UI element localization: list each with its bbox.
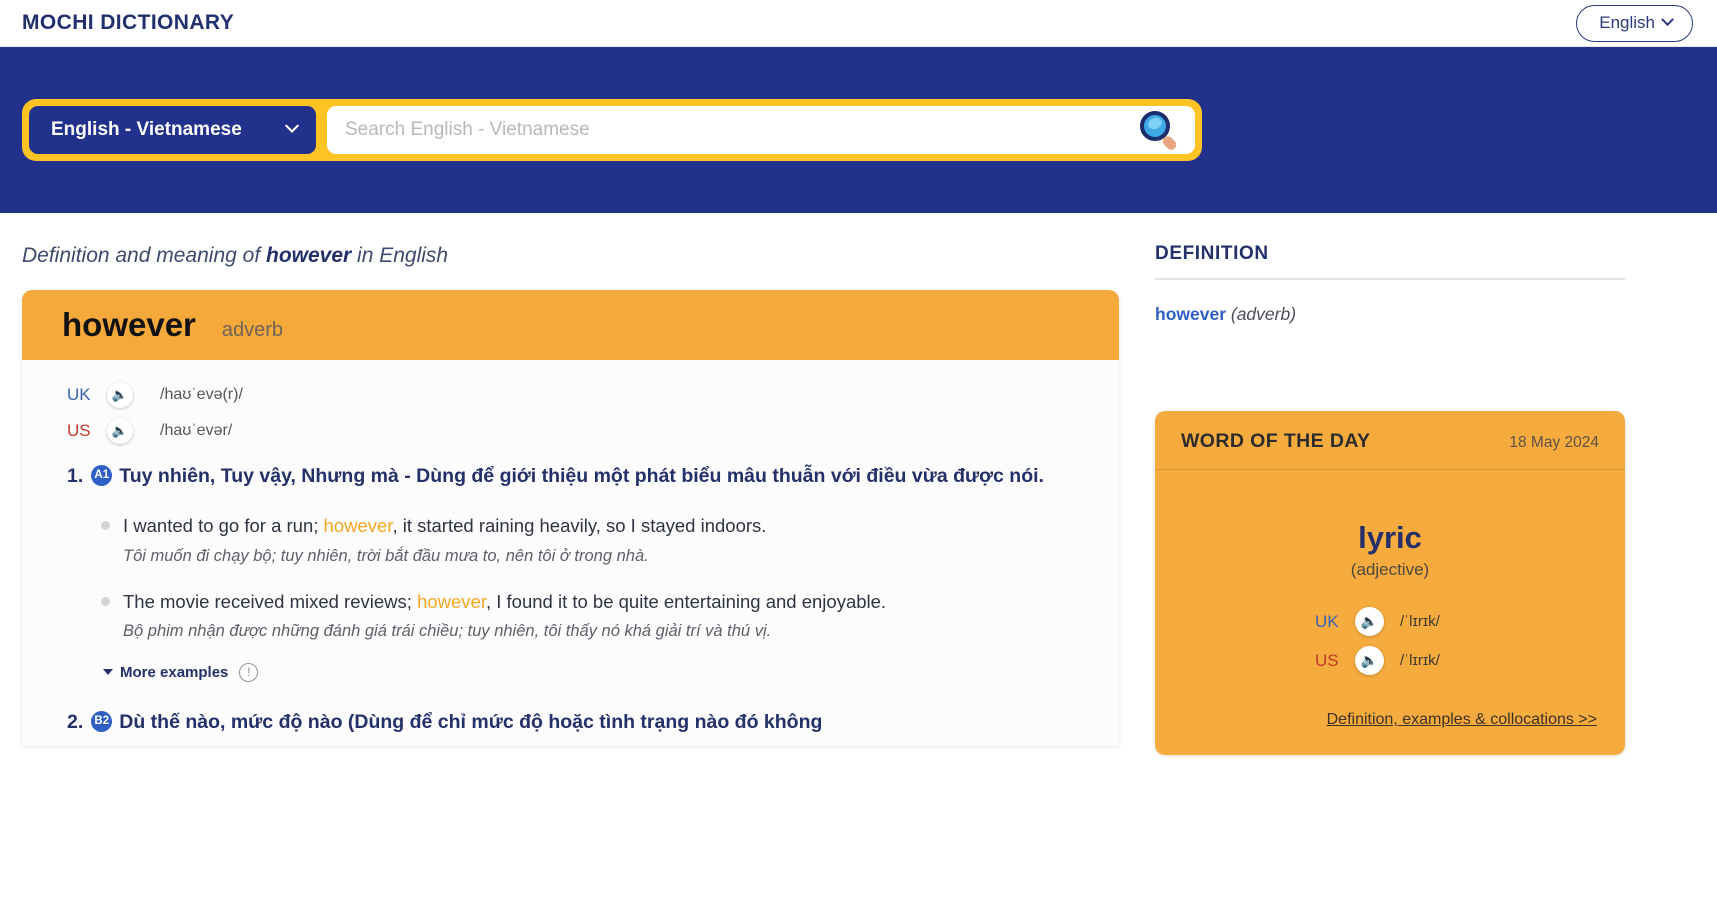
subtitle-suffix: in English	[351, 244, 449, 267]
language-pair-label: English - Vietnamese	[51, 119, 242, 140]
more-examples-row: More examples !	[103, 662, 1081, 682]
language-pair-selector[interactable]: English - Vietnamese	[29, 106, 316, 154]
search-input-container	[327, 106, 1195, 154]
definition-section-title: DEFINITION	[1155, 243, 1625, 280]
search-band: English - Vietnamese	[0, 47, 1717, 213]
word-of-the-day-pos: (adjective)	[1350, 560, 1430, 579]
sidebar-column: DEFINITION however (adverb) WORD OF THE …	[1155, 213, 1625, 755]
top-bar: MOCHI DICTIONARY English	[0, 0, 1717, 47]
word-of-the-day-link[interactable]: Definition, examples & collocations >>	[1327, 711, 1597, 728]
ipa-us: /haʊˈevər/	[160, 422, 233, 439]
sense-block: 1. A1 Tuy nhiên, Tuy vậy, Nhưng mà - Dùn…	[67, 462, 1081, 682]
more-examples-button[interactable]: More examples	[103, 664, 228, 681]
example-english: The movie received mixed reviews; howeve…	[123, 588, 886, 615]
example-text-after: , it started raining heavily, so I staye…	[392, 515, 767, 537]
cefr-badge: A1	[91, 465, 113, 486]
site-logo[interactable]: MOCHI DICTIONARY	[22, 11, 234, 35]
bullet-icon	[101, 596, 110, 606]
pronunciation-region-uk: UK	[67, 385, 91, 404]
word-of-the-day-link-row: Definition, examples & collocations >>	[1155, 675, 1625, 729]
ipa-uk: /haʊˈevə(r)/	[160, 386, 243, 403]
pronunciation-row-us: US 🔈 /ˈlɪrɪk/	[1315, 646, 1465, 675]
word-of-the-day-pronunciations: UK 🔈 /ˈlɪrɪk/ US 🔈 /ˈlɪrɪk/	[1155, 607, 1625, 675]
pronunciation-region-us: US	[1315, 650, 1339, 670]
search-bar: English - Vietnamese	[22, 99, 1202, 161]
word-of-the-day-card: WORD OF THE DAY 18 May 2024 lyric (adjec…	[1155, 411, 1625, 755]
search-input[interactable]	[345, 119, 1139, 141]
speaker-icon[interactable]: 🔈	[107, 418, 133, 444]
subtitle-word: however	[266, 244, 352, 267]
speaker-icon[interactable]: 🔈	[1355, 607, 1384, 636]
ipa-uk: /ˈlɪrɪk/	[1400, 613, 1440, 630]
speaker-icon[interactable]: 🔈	[1355, 646, 1384, 675]
speaker-icon[interactable]: 🔈	[107, 382, 133, 408]
example-highlight-word: however	[417, 590, 486, 612]
pronunciation-row-uk: UK 🔈 /ˈlɪrɪk/	[1315, 607, 1465, 636]
word-of-the-day-header: WORD OF THE DAY 18 May 2024	[1155, 411, 1625, 470]
sense-heading: 2. B2 Dù thế nào, mức độ nào (Dùng để ch…	[67, 708, 1081, 736]
word-card-body: UK 🔈 /haʊˈevə(r)/ US 🔈 /haʊˈevər/ 1. A1 …	[22, 360, 1119, 746]
pronunciation-region-us: US	[67, 421, 91, 440]
magnifier-handle	[1160, 134, 1179, 152]
examples-list: I wanted to go for a run; however, it st…	[101, 512, 1081, 644]
main-column: Definition and meaning of however in Eng…	[22, 213, 1119, 755]
page-subtitle: Definition and meaning of however in Eng…	[22, 213, 1119, 290]
example-highlight-word: however	[323, 515, 393, 537]
word-card-header: however adverb	[22, 290, 1119, 360]
magnifier-icon[interactable]	[1139, 110, 1179, 152]
pronunciation-region-uk: UK	[1315, 611, 1339, 631]
sense-block: 2. B2 Dù thế nào, mức độ nào (Dùng để ch…	[67, 708, 1081, 736]
example-english: I wanted to go for a run; however, it st…	[123, 512, 766, 539]
example-item: I wanted to go for a run; however, it st…	[101, 512, 1081, 568]
example-translation: Tôi muốn đi chạy bộ; tuy nhiên, trời bắt…	[123, 546, 649, 565]
example-text-before: The movie received mixed reviews;	[123, 590, 418, 612]
definition-word-link[interactable]: however	[1155, 304, 1226, 324]
bullet-icon	[101, 521, 110, 531]
ui-language-button[interactable]: English	[1576, 4, 1693, 42]
subtitle-prefix: Definition and meaning of	[22, 244, 266, 267]
sense-definition: Dù thế nào, mức độ nào (Dùng để chỉ mức …	[119, 710, 823, 733]
sense-heading: 1. A1 Tuy nhiên, Tuy vậy, Nhưng mà - Dùn…	[67, 462, 1081, 490]
example-text-before: I wanted to go for a run;	[123, 515, 324, 537]
entry-part-of-speech: adverb	[221, 319, 284, 341]
ui-language-label: English	[1599, 12, 1655, 32]
example-text-after: , I found it to be quite entertaining an…	[485, 590, 887, 612]
sense-number: 2.	[67, 710, 84, 733]
definition-entry: however (adverb)	[1155, 304, 1625, 325]
content-area: Definition and meaning of however in Eng…	[0, 213, 1717, 755]
word-entry-card: however adverb UK 🔈 /haʊˈevə(r)/ US 🔈 /h…	[22, 290, 1119, 747]
example-translation: Bộ phim nhận được những đánh giá trái ch…	[123, 621, 772, 640]
pronunciation-row-us: US 🔈 /haʊˈevər/	[67, 418, 1081, 444]
sense-definition: Tuy nhiên, Tuy vậy, Nhưng mà - Dùng để g…	[119, 465, 1044, 487]
example-item: The movie received mixed reviews; howeve…	[101, 588, 1081, 644]
definition-pos: (adverb)	[1230, 304, 1297, 324]
sense-number: 1.	[67, 465, 84, 487]
ipa-us: /ˈlɪrɪk/	[1400, 652, 1440, 669]
word-of-the-day-title: WORD OF THE DAY	[1181, 430, 1371, 452]
word-of-the-day-date: 18 May 2024	[1509, 434, 1599, 451]
more-examples-label: More examples	[120, 663, 229, 681]
caret-down-icon	[103, 669, 113, 676]
entry-word: however	[62, 306, 196, 343]
pronunciation-row-uk: UK 🔈 /haʊˈevə(r)/	[67, 382, 1081, 408]
chevron-down-icon	[1661, 13, 1674, 27]
chevron-down-icon	[284, 118, 300, 133]
word-of-the-day-word[interactable]: lyric	[1155, 520, 1625, 556]
info-icon[interactable]: !	[239, 662, 259, 682]
cefr-badge: B2	[91, 710, 113, 732]
